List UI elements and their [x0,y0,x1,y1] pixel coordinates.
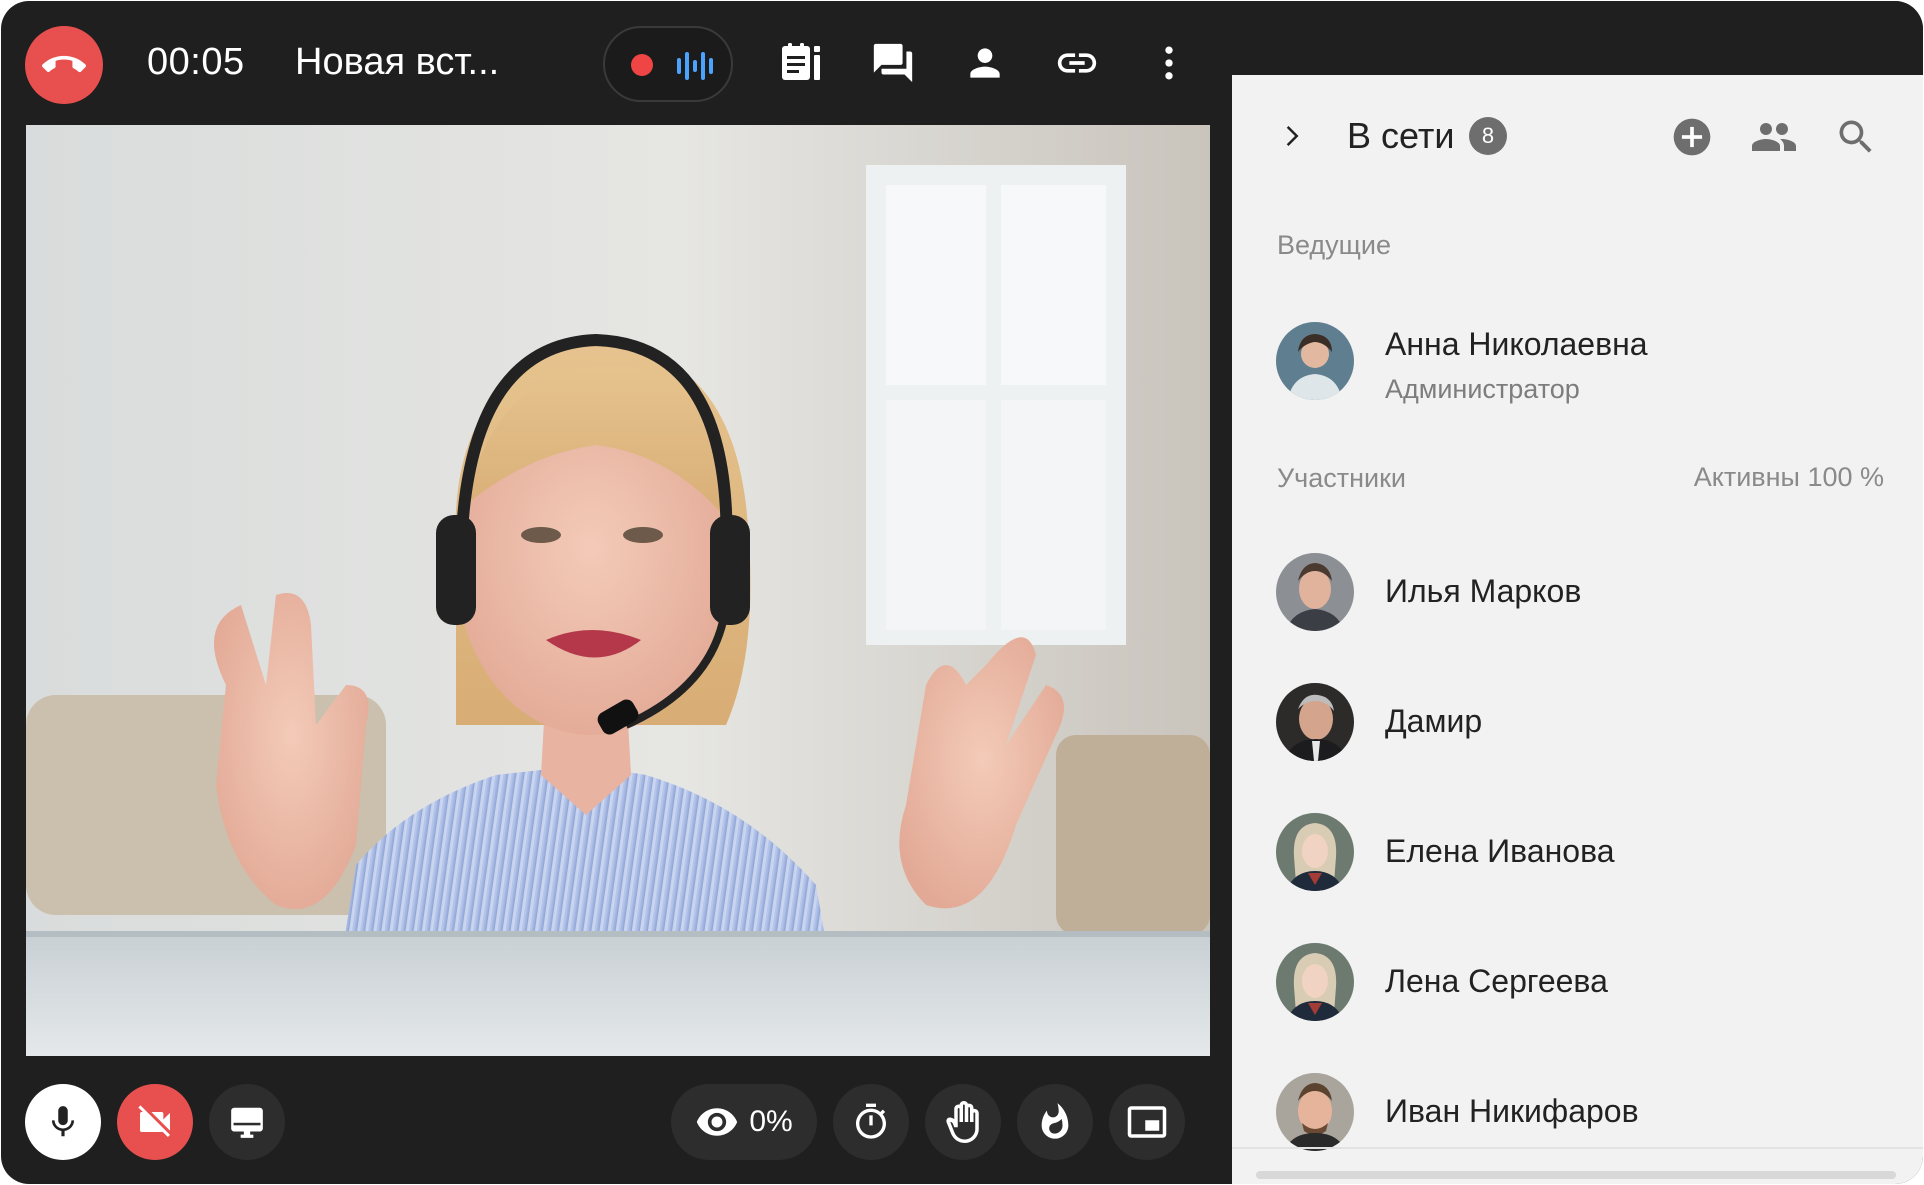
participants-button[interactable] [955,33,1015,93]
participant-item[interactable]: Лена Сергеева [1276,943,1896,1023]
panel-header: В сети 8 [1232,75,1923,199]
participant-item[interactable]: Иван Никифаров [1276,1073,1896,1153]
avatar [1276,813,1354,891]
host-item[interactable]: Анна Николаевна Администратор [1276,322,1896,404]
more-vertical-icon [1165,46,1173,80]
picture-in-picture-icon [1127,1106,1167,1138]
online-count-badge: 8 [1469,117,1507,155]
viewers-percent: 0% [749,1105,793,1138]
avatar [1276,683,1354,761]
active-percentage: Активны 100 % [1693,462,1884,492]
meeting-title[interactable]: Новая вст... [295,41,499,84]
reaction-button[interactable] [1017,1084,1093,1160]
record-dot-icon [631,54,653,76]
call-timer: 00:05 [147,41,245,83]
person-icon [970,48,1000,78]
hangup-button[interactable] [25,26,103,104]
participant-name: Иван Никифаров [1385,1093,1639,1129]
participant-name: Илья Марков [1385,573,1582,609]
participants-panel: В сети 8 Ведущие Анна Николаевна Админис… [1232,75,1923,1184]
more-options-button[interactable] [1139,33,1199,93]
main-video[interactable] [26,125,1210,1056]
screen-share-button[interactable] [209,1084,285,1160]
search-button[interactable] [1832,113,1880,161]
timer-button[interactable] [833,1084,909,1160]
fire-icon [1041,1103,1069,1139]
phone-hangup-icon [42,55,86,73]
microphone-icon [51,1106,75,1137]
panel-scrollbar[interactable] [1256,1171,1896,1179]
recording-indicator[interactable] [603,26,733,102]
divider [1232,1147,1923,1149]
add-participant-button[interactable] [1668,113,1716,161]
participant-name: Елена Иванова [1385,833,1615,869]
raise-hand-button[interactable] [925,1084,1001,1160]
participants-section-label: Участники [1277,463,1406,493]
search-icon [1839,120,1872,153]
camera-off-icon [138,1105,170,1137]
viewers-indicator[interactable]: 0% [671,1084,817,1160]
app-window: 00:05 Новая вст... 0% В сети 8 Ведущие А… [1,1,1923,1184]
chat-button[interactable] [863,33,923,93]
group-button[interactable] [1750,113,1798,161]
participant-item[interactable]: Дамир [1276,683,1896,763]
participant-name: Лена Сергеева [1385,963,1608,999]
avatar [1276,322,1354,400]
participant-name: Дамир [1385,703,1483,739]
notes-icon [782,43,820,80]
speaker-video-image [26,125,1210,1056]
hosts-section-label: Ведущие [1277,230,1391,260]
link-icon [1057,53,1097,73]
sidebar-top-strip [1231,1,1923,75]
collapse-panel-button[interactable] [1276,121,1306,156]
raise-hand-icon [946,1101,979,1143]
timer-icon [856,1103,886,1139]
host-role: Администратор [1385,374,1580,404]
notes-button[interactable] [771,33,831,93]
audio-wave-icon [677,52,713,80]
microphone-button[interactable] [25,1084,101,1160]
eye-icon [697,1108,738,1136]
invite-link-button[interactable] [1047,33,1107,93]
avatar [1276,943,1354,1021]
chevron-right-icon [1286,126,1299,146]
group-icon [1752,123,1796,151]
media-controls: 0% [1,1056,1231,1184]
chat-icon [873,43,913,83]
picture-in-picture-button[interactable] [1109,1084,1185,1160]
participant-item[interactable]: Елена Иванова [1276,813,1896,893]
avatar [1276,553,1354,631]
camera-toggle-button[interactable] [117,1084,193,1160]
avatar [1276,1073,1354,1151]
add-circle-icon [1673,118,1711,156]
screen-share-icon [231,1107,263,1138]
panel-title: В сети [1347,115,1455,156]
participant-item[interactable]: Илья Марков [1276,553,1896,633]
call-toolbar: 00:05 Новая вст... [1,1,1231,125]
host-name: Анна Николаевна [1385,326,1648,362]
